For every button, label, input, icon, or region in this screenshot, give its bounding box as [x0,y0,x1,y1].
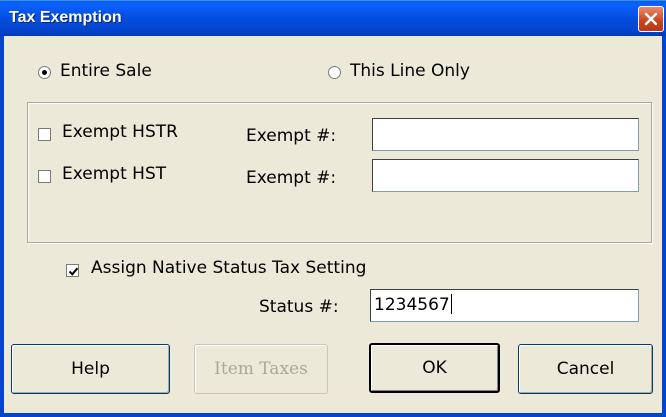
cancel-button[interactable]: Cancel [518,344,653,394]
window-frame-bottom [0,413,666,417]
this-line-only-radio[interactable] [328,66,341,79]
this-line-only-label[interactable]: This Line Only [350,61,470,81]
item-taxes-button[interactable]: Item Taxes [194,344,328,394]
window-title: Tax Exemption [9,9,122,26]
help-button[interactable]: Help [11,344,170,394]
exempt-hst-checkbox[interactable] [38,170,51,183]
title-bar[interactable]: Tax Exemption [0,0,666,36]
exempt-hstr-number-label: Exempt #: [246,126,337,146]
close-icon [644,12,658,26]
exempt-hstr-number-input[interactable] [372,118,639,151]
window-frame-right [662,36,666,417]
radio-selected-dot [42,70,47,75]
exempt-hst-number-input[interactable] [372,159,639,192]
exempt-hstr-checkbox[interactable] [38,128,51,141]
entire-sale-label[interactable]: Entire Sale [60,61,152,81]
status-number-value: 1234567 [374,295,450,315]
status-number-label: Status #: [259,297,339,317]
exempt-hst-number-label: Exempt #: [246,168,337,188]
tax-exemption-dialog: Tax Exemption Entire Sale This Line Only… [0,0,666,417]
exempt-hstr-label[interactable]: Exempt HSTR [62,122,178,142]
close-button[interactable] [638,6,664,32]
entire-sale-radio[interactable] [38,66,51,79]
status-number-input[interactable]: 1234567 [370,289,639,322]
ok-button[interactable]: OK [369,343,500,393]
native-status-checkbox[interactable] [66,264,79,277]
exempt-hst-label[interactable]: Exempt HST [62,164,166,184]
text-caret [450,294,452,314]
checkmark-icon [68,267,79,276]
window-frame-left [0,36,4,417]
native-status-label[interactable]: Assign Native Status Tax Setting [91,258,366,278]
